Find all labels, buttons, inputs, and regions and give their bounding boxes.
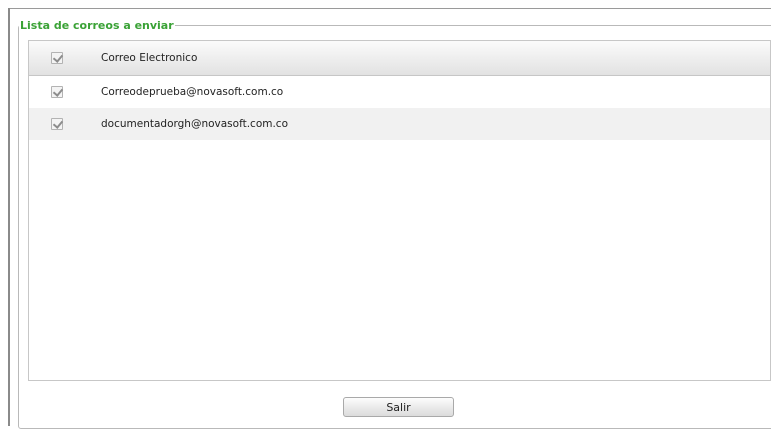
table-row[interactable]: documentadorgh@novasoft.com.co (29, 108, 770, 140)
row-check-cell (29, 86, 84, 98)
grid-header: Correo Electronico (29, 41, 770, 76)
row-email: Correodeprueba@novasoft.com.co (101, 86, 284, 98)
select-all-checkbox[interactable] (50, 52, 63, 64)
window-top-border (8, 8, 771, 9)
header-check-cell (29, 52, 84, 64)
row-check-cell (29, 118, 84, 130)
email-grid: Correo Electronico Correodeprueba@novaso… (28, 40, 771, 381)
group-legend: Lista de correos a enviar (20, 19, 174, 32)
row-checkbox[interactable] (50, 86, 63, 98)
column-header-email[interactable]: Correo Electronico (84, 52, 197, 64)
window-left-border (8, 8, 10, 426)
row-checkbox[interactable] (50, 118, 63, 130)
row-email: documentadorgh@novasoft.com.co (101, 118, 289, 130)
exit-button[interactable]: Salir (343, 397, 454, 417)
table-row[interactable]: Correodeprueba@novasoft.com.co (29, 76, 770, 108)
email-list-window: Lista de correos a enviar Correo Electro… (0, 0, 771, 429)
